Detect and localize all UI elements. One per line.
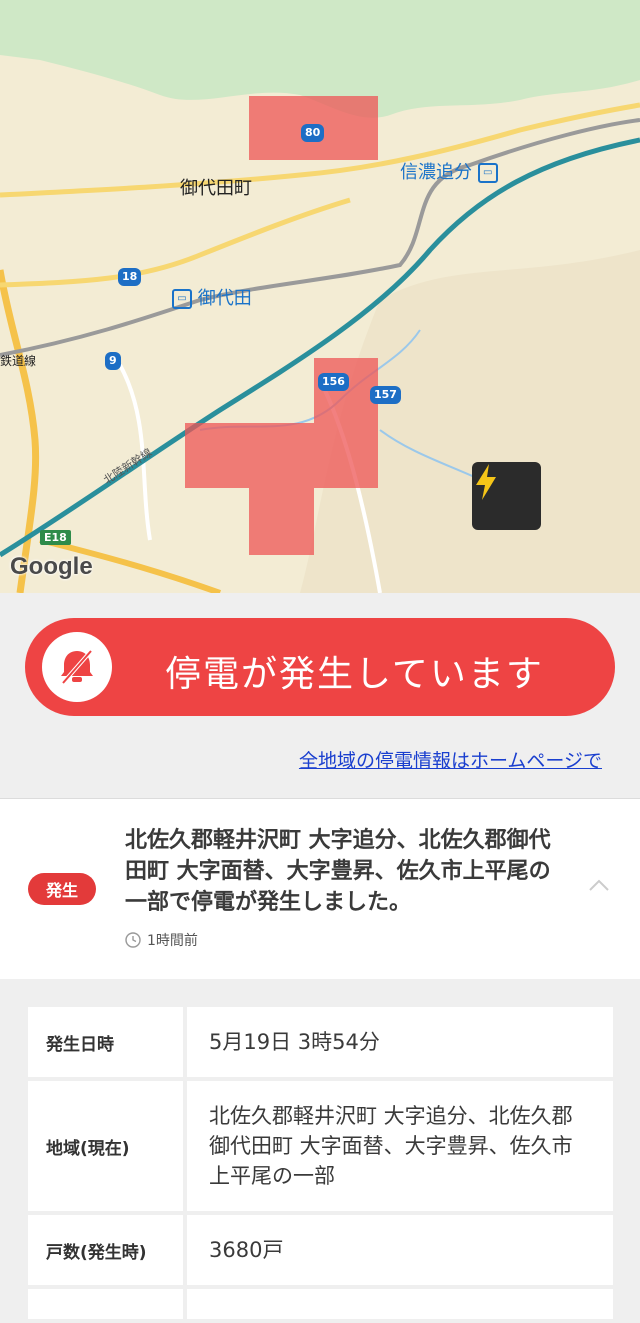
homepage-link[interactable]: 全地域の停電情報はホームページで (299, 746, 602, 773)
outage-details-table: 発生日時 5月19日 3時54分 地域(現在) 北佐久郡軽井沢町 大字追分、北佐… (28, 1007, 613, 1323)
table-row: 発生日時 5月19日 3時54分 (28, 1007, 613, 1077)
table-row (28, 1289, 613, 1319)
train-icon: ▭ (172, 289, 192, 309)
row-label (28, 1289, 183, 1319)
event-description: 北佐久郡軽井沢町 大字追分、北佐久郡御代田町 大字面替、大字豊昇、佐久市上平尾の… (125, 828, 551, 915)
map-label-town: 御代田町 (180, 178, 252, 199)
map-label-oiwake: 信濃追分 ▭ (400, 158, 498, 184)
banner-text: 停電が発生しています (165, 654, 544, 695)
outage-status-banner: 停電が発生しています (25, 618, 615, 716)
route-badge-157: 157 (370, 386, 401, 404)
route-badge-80: 80 (301, 124, 325, 142)
route-badge-156: 156 (318, 373, 349, 391)
map-label-railway: 鉄道線 (0, 354, 37, 368)
status-badge: 発生 (28, 873, 96, 905)
row-label: 発生日時 (28, 1007, 183, 1077)
route-badge-18: 18 (118, 268, 142, 286)
event-timestamp: 1時間前 (125, 930, 198, 950)
power-off-icon (42, 632, 112, 702)
row-value: 北佐久郡軽井沢町 大字追分、北佐久郡御代田町 大字面替、大字豊昇、佐久市 上平尾… (187, 1081, 613, 1211)
clock-icon (125, 932, 141, 948)
expressway-badge: E18 (40, 530, 71, 545)
map-label-station: ▭ 御代田 (172, 284, 252, 310)
row-value: 3680戸 (187, 1215, 613, 1285)
route-badge-9: 9 (105, 352, 121, 370)
row-value (187, 1289, 613, 1319)
outage-event-card[interactable]: 発生 北佐久郡軽井沢町 大字追分、北佐久郡御代田町 大字面替、大字豊昇、佐久市上… (0, 798, 640, 979)
lightning-bolt-button[interactable] (472, 462, 541, 530)
map-canvas (0, 0, 640, 593)
google-logo: Google (10, 553, 93, 580)
chevron-up-icon[interactable] (588, 878, 610, 892)
lightning-bolt-icon (476, 464, 496, 500)
row-label: 戸数(発生時) (28, 1215, 183, 1285)
row-label: 地域(現在) (28, 1081, 183, 1211)
table-row: 地域(現在) 北佐久郡軽井沢町 大字追分、北佐久郡御代田町 大字面替、大字豊昇、… (28, 1081, 613, 1211)
row-value: 5月19日 3時54分 (187, 1007, 613, 1077)
outage-map[interactable]: 御代田町 ▭ 御代田 信濃追分 ▭ 鉄道線 北陸新幹線 80 18 9 156 … (0, 0, 640, 593)
train-icon: ▭ (477, 163, 498, 183)
table-row: 戸数(発生時) 3680戸 (28, 1215, 613, 1285)
